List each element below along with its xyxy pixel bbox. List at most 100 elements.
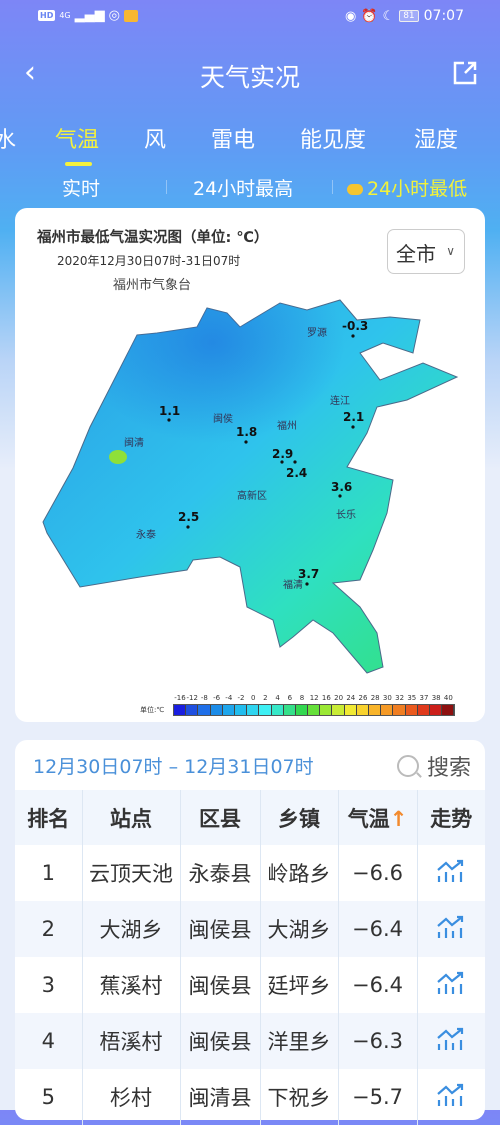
value-lianjiang: 2.1: [343, 410, 364, 424]
col-station[interactable]: 站点: [81, 790, 180, 845]
cell-station: 蕉溪村: [81, 957, 180, 1013]
cell-station: 大湖乡: [81, 901, 180, 957]
eye-icon: ◉: [345, 8, 357, 24]
legend-tick: 4: [275, 694, 280, 702]
legend-swatch: [174, 705, 187, 715]
cell-temp: −6.4: [337, 901, 417, 957]
legend-swatch: [369, 705, 382, 715]
tab-lightning[interactable]: 雷电: [211, 122, 255, 154]
divider: [166, 180, 167, 194]
search-icon: [396, 755, 419, 777]
legend-tick: 32: [395, 694, 405, 702]
share-icon[interactable]: [452, 60, 478, 86]
cell-county: 永泰县: [179, 845, 260, 901]
divider: [332, 180, 333, 194]
legend-swatch: [442, 705, 455, 715]
table-row[interactable]: 3 蕉溪村 闽侯县 廷坪乡 −6.4: [15, 957, 485, 1013]
place-minhou: 闽侯: [213, 412, 233, 425]
legend-ticks: -16 -12 -8 -6 -4 -2 0 2 4 6 8 12 16 20 24 26 28 30 32 35 37 3…: [174, 694, 475, 704]
table-header: 排名 站点 区县 乡镇 气温↑ 走势: [15, 790, 485, 845]
tab-rain[interactable]: 水: [0, 122, 16, 154]
trend-chart-icon[interactable]: [435, 914, 467, 940]
legend-tick: -2: [237, 694, 245, 702]
subtab-24h-max[interactable]: 24小时最高: [193, 174, 293, 201]
cell-county: 闽侯县: [179, 1013, 260, 1069]
legend-tick: 30: [382, 694, 392, 702]
ranking-card: 12月30日07时 – 12月31日07时 搜索 排名 站点 区县 乡镇 气温↑…: [15, 740, 485, 1125]
weather-cloud-icon: [347, 184, 363, 195]
sort-arrow-icon: ↑: [389, 806, 408, 831]
hd-icon: HD: [38, 10, 56, 21]
tab-wind[interactable]: 风: [144, 122, 166, 154]
trend-chart-icon[interactable]: [435, 970, 467, 996]
page-title: 天气实况: [199, 63, 300, 92]
tab-temperature[interactable]: 气温: [55, 122, 99, 154]
legend-tick: 24: [346, 694, 356, 702]
table-row[interactable]: 1 云顶天池 永泰县 岭路乡 −6.6: [15, 845, 485, 901]
value-minhou: 1.8: [236, 425, 257, 439]
cell-town: 下祝乡: [259, 1069, 338, 1125]
legend-swatch: [271, 705, 284, 715]
cell-county: 闽侯县: [179, 957, 260, 1013]
cell-rank: 1: [41, 861, 55, 885]
cell-town: 廷坪乡: [259, 957, 338, 1013]
legend-swatch: [247, 705, 260, 715]
legend-swatch: [198, 705, 211, 715]
cell-trend[interactable]: [416, 1069, 485, 1125]
subtab-24h-min[interactable]: 24小时最低: [347, 174, 467, 201]
legend-swatch: [393, 705, 406, 715]
legend-tick: 2: [263, 694, 268, 702]
legend-tick: 40: [443, 694, 453, 702]
value-cangshan: 2.4: [286, 466, 307, 480]
cell-station: 云顶天池: [81, 845, 180, 901]
trend-chart-icon[interactable]: [435, 1082, 467, 1108]
cell-trend[interactable]: [416, 901, 485, 957]
table-row[interactable]: 2 大湖乡 闽侯县 大湖乡 −6.4: [15, 901, 485, 957]
legend-swatch: [429, 705, 443, 715]
trend-chart-icon[interactable]: [435, 858, 467, 884]
app-icon: ◎: [108, 8, 120, 23]
cell-temp: −6.3: [337, 1013, 417, 1069]
legend-tick: 8: [299, 694, 305, 702]
legend-swatch: [320, 705, 333, 715]
cell-trend[interactable]: [416, 1013, 485, 1069]
legend-swatch: [210, 705, 223, 715]
cell-rank: 3: [41, 973, 55, 997]
cell-station: 梧溪村: [81, 1013, 180, 1069]
tab-visibility[interactable]: 能见度: [300, 122, 366, 154]
date-range: 12月30日07时 – 12月31日07时: [33, 756, 314, 778]
tab-humidity[interactable]: 湿度: [414, 122, 458, 154]
search-button[interactable]: 搜索: [396, 750, 471, 782]
col-county[interactable]: 区县: [179, 790, 260, 845]
place-yongtai: 永泰: [136, 528, 156, 541]
temperature-map-card: 福州市最低气温实况图（单位: ℃） 2020年12月30日07时-31日07时 …: [15, 208, 485, 722]
battery-icon: 81: [399, 10, 419, 22]
trend-chart-icon[interactable]: [435, 1026, 467, 1052]
legend-tick: 6: [287, 694, 293, 702]
legend-tick: 38: [431, 694, 441, 702]
legend-bar: [173, 704, 456, 716]
cell-trend[interactable]: [416, 957, 485, 1013]
subtab-realtime[interactable]: 实时: [62, 174, 100, 201]
warm-spot: [109, 450, 127, 464]
legend-tick: 12: [309, 694, 319, 702]
table-row[interactable]: 4 梧溪村 闽侯县 洋里乡 −6.3: [15, 1013, 485, 1069]
col-temp[interactable]: 气温↑: [337, 790, 417, 845]
col-rank[interactable]: 排名: [15, 790, 82, 845]
temperature-map: 罗源 连江 闽清 闽侯 福州 高新区 长乐 永泰 福清 -0.3 2.1 1.1…: [42, 299, 459, 674]
table-row[interactable]: 5 杉村 闽清县 下祝乡 −5.7: [15, 1069, 485, 1125]
legend-swatch: [295, 705, 309, 715]
cell-temp: −5.7: [337, 1069, 417, 1125]
signal-icon: 4G: [59, 11, 71, 20]
status-bar: HD 4G ▂▄▆ ◎ ◉ ⏰ ☾ 81 07:07: [0, 6, 500, 28]
legend-swatch: [381, 705, 394, 715]
col-trend[interactable]: 走势: [416, 790, 485, 845]
place-gaoxin: 高新区: [237, 489, 267, 502]
legend-tick: 16: [321, 694, 331, 702]
col-town[interactable]: 乡镇: [259, 790, 338, 845]
clock: 07:07: [423, 8, 464, 24]
cell-temp: −6.4: [337, 957, 417, 1013]
cell-town: 岭路乡: [259, 845, 338, 901]
legend-tick: 28: [370, 694, 380, 702]
cell-trend[interactable]: [416, 845, 485, 901]
